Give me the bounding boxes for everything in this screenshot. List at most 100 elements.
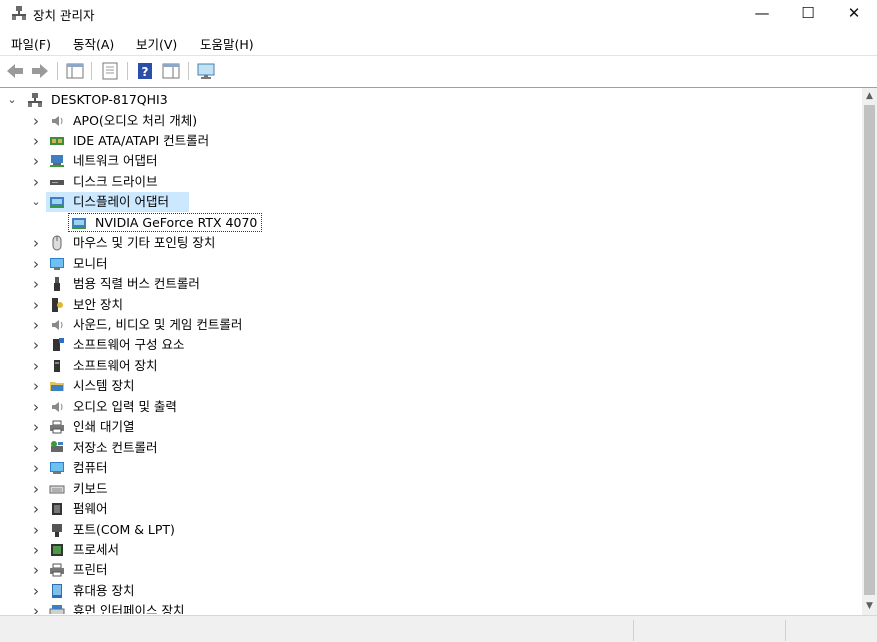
chevron-right-icon[interactable]: › (29, 501, 43, 517)
back-icon[interactable] (4, 60, 26, 82)
chevron-right-icon[interactable]: › (29, 337, 43, 353)
scroll-up-icon[interactable]: ▲ (862, 88, 877, 105)
chevron-down-icon[interactable]: ⌄ (5, 92, 19, 108)
tree-category-item[interactable]: › 프린터 (0, 560, 862, 580)
svg-text:?: ? (142, 65, 149, 79)
scroll-down-icon[interactable]: ▼ (862, 598, 877, 615)
chevron-right-icon[interactable]: › (29, 522, 43, 538)
chevron-right-icon[interactable]: › (29, 113, 43, 129)
chevron-right-icon[interactable]: › (29, 419, 43, 435)
toolbar-separator (57, 62, 58, 80)
tree-category-item[interactable]: › 디스크 드라이브 (0, 172, 862, 192)
chevron-right-icon[interactable]: › (29, 562, 43, 578)
tree-item-label: 사운드, 비디오 및 게임 컨트롤러 (73, 317, 243, 332)
tree-category-item[interactable]: › 소프트웨어 장치 (0, 356, 862, 376)
firmware-icon (52, 503, 62, 516)
tree-category-item[interactable]: › 휴먼 인터페이스 장치 (0, 601, 862, 614)
tree-category-item[interactable]: › 범용 직렬 버스 컨트롤러 (0, 274, 862, 294)
status-separator (633, 620, 634, 641)
tree-item-label: 디스플레이 어댑터 (73, 194, 169, 210)
tree-category-item[interactable]: › 프로세서 (0, 540, 862, 560)
view-icon[interactable] (160, 60, 182, 82)
tree-item-label: 네트워크 어댑터 (73, 153, 158, 169)
vertical-scrollbar[interactable]: ▲ ▼ (862, 88, 877, 615)
chevron-right-icon[interactable]: › (29, 603, 43, 614)
tree-category-item[interactable]: › 시스템 장치 (0, 376, 862, 396)
chevron-right-icon[interactable]: › (29, 358, 43, 374)
show-hide-tree-icon[interactable] (64, 60, 86, 82)
tree-root[interactable]: ⌄ DESKTOP-817QHI3 (0, 90, 862, 110)
display-adapter-icon (50, 197, 64, 209)
tree-item-label: 디스크 드라이브 (73, 173, 158, 189)
chevron-right-icon[interactable]: › (29, 317, 43, 333)
tree-item-label: 범용 직렬 버스 컨트롤러 (73, 276, 200, 292)
tree-category-item[interactable]: › 컴퓨터 (0, 458, 862, 478)
tree-category-item[interactable]: › 펌웨어 (0, 499, 862, 519)
tree-category-item[interactable]: › 오디오 입력 및 출력 (0, 397, 862, 417)
chevron-right-icon[interactable]: › (29, 133, 43, 149)
chevron-right-icon[interactable]: › (29, 276, 43, 292)
keyboard-icon (49, 485, 65, 494)
close-button[interactable]: ✕ (831, 0, 877, 27)
tree-item-label: 시스템 장치 (73, 378, 135, 394)
tree-category-item[interactable]: › 저장소 컨트롤러 (0, 438, 862, 458)
tree-category-item[interactable]: ⌄ 디스플레이 어댑터 (0, 192, 862, 213)
device-manager-icon (12, 6, 26, 20)
monitor-scan-icon[interactable] (195, 60, 217, 82)
tree-category-item[interactable]: › 사운드, 비디오 및 게임 컨트롤러 (0, 315, 862, 335)
forward-icon[interactable] (29, 60, 51, 82)
chevron-right-icon[interactable]: › (29, 583, 43, 599)
tree-item-label: 휴먼 인터페이스 장치 (73, 603, 185, 614)
scrollbar-thumb[interactable] (864, 105, 875, 595)
chevron-down-icon[interactable]: ⌄ (29, 194, 43, 210)
tree-category-item[interactable]: › 인쇄 대기열 (0, 417, 862, 437)
title-bar: 장치 관리자 — ☐ ✕ (0, 0, 877, 27)
tree-category-item[interactable]: › APO(오디오 처리 개체) (0, 111, 862, 131)
chevron-right-icon[interactable]: › (29, 256, 43, 272)
computer-network-icon (28, 93, 42, 107)
device-tree[interactable]: ⌄ DESKTOP-817QHI3 › APO(오디오 처리 개체) › IDE AT… (0, 88, 862, 614)
tree-item-label: NVIDIA GeForce RTX 4070 (95, 214, 258, 230)
tree-category-item[interactable]: › 포트(COM & LPT) (0, 520, 862, 540)
tree-root-label: DESKTOP-817QHI3 (51, 92, 168, 107)
tree-child-item[interactable]: NVIDIA GeForce RTX 4070 (0, 212, 862, 233)
menu-action[interactable]: 동작(A) (73, 34, 114, 53)
tree-category-item[interactable]: › 휴대용 장치 (0, 581, 862, 601)
tree-category-item[interactable]: › 마우스 및 기타 포인팅 장치 (0, 233, 862, 253)
disk-drive-icon (50, 179, 64, 185)
properties-icon[interactable] (99, 60, 121, 82)
usb-icon (54, 277, 60, 292)
chevron-right-icon[interactable]: › (29, 297, 43, 313)
tree-item-label: 프린터 (73, 562, 108, 578)
tree-item-label: 프로세서 (73, 541, 120, 557)
chevron-right-icon[interactable]: › (29, 153, 43, 169)
chevron-right-icon[interactable]: › (29, 378, 43, 394)
chevron-right-icon[interactable]: › (29, 481, 43, 497)
tree-item-label: 소프트웨어 장치 (73, 357, 158, 373)
chevron-right-icon[interactable]: › (29, 174, 43, 190)
mouse-icon (52, 235, 62, 251)
chevron-right-icon[interactable]: › (29, 460, 43, 476)
tree-category-item[interactable]: › 모니터 (0, 254, 862, 274)
speaker-icon (52, 320, 63, 330)
tree-item-label: IDE ATA/ATAPI 컨트롤러 (73, 132, 210, 148)
menu-view[interactable]: 보기(V) (136, 34, 177, 53)
chevron-right-icon[interactable]: › (29, 399, 43, 415)
tree-category-item[interactable]: › 보안 장치 (0, 295, 862, 315)
tree-category-item[interactable]: › 네트워크 어댑터 (0, 151, 862, 171)
minimize-button[interactable]: — (739, 0, 785, 27)
tree-category-item[interactable]: › IDE ATA/ATAPI 컨트롤러 (0, 131, 862, 151)
menu-file[interactable]: 파일(F) (11, 34, 51, 53)
toolbar-separator (188, 62, 189, 80)
maximize-button[interactable]: ☐ (785, 0, 831, 27)
help-icon[interactable]: ? (134, 60, 156, 82)
chevron-right-icon[interactable]: › (29, 542, 43, 558)
tree-category-item[interactable]: › 키보드 (0, 479, 862, 499)
menu-help[interactable]: 도움말(H) (200, 34, 254, 53)
chevron-right-icon[interactable]: › (29, 235, 43, 251)
tree-item-label: 포트(COM & LPT) (73, 521, 175, 537)
display-adapter-icon (72, 217, 86, 229)
tree-category-item[interactable]: › 소프트웨어 구성 요소 (0, 335, 862, 355)
device-manager-window: 장치 관리자 — ☐ ✕ 파일(F) 동작(A) 보기(V) 도움말(H) ? … (0, 0, 877, 642)
chevron-right-icon[interactable]: › (29, 440, 43, 456)
